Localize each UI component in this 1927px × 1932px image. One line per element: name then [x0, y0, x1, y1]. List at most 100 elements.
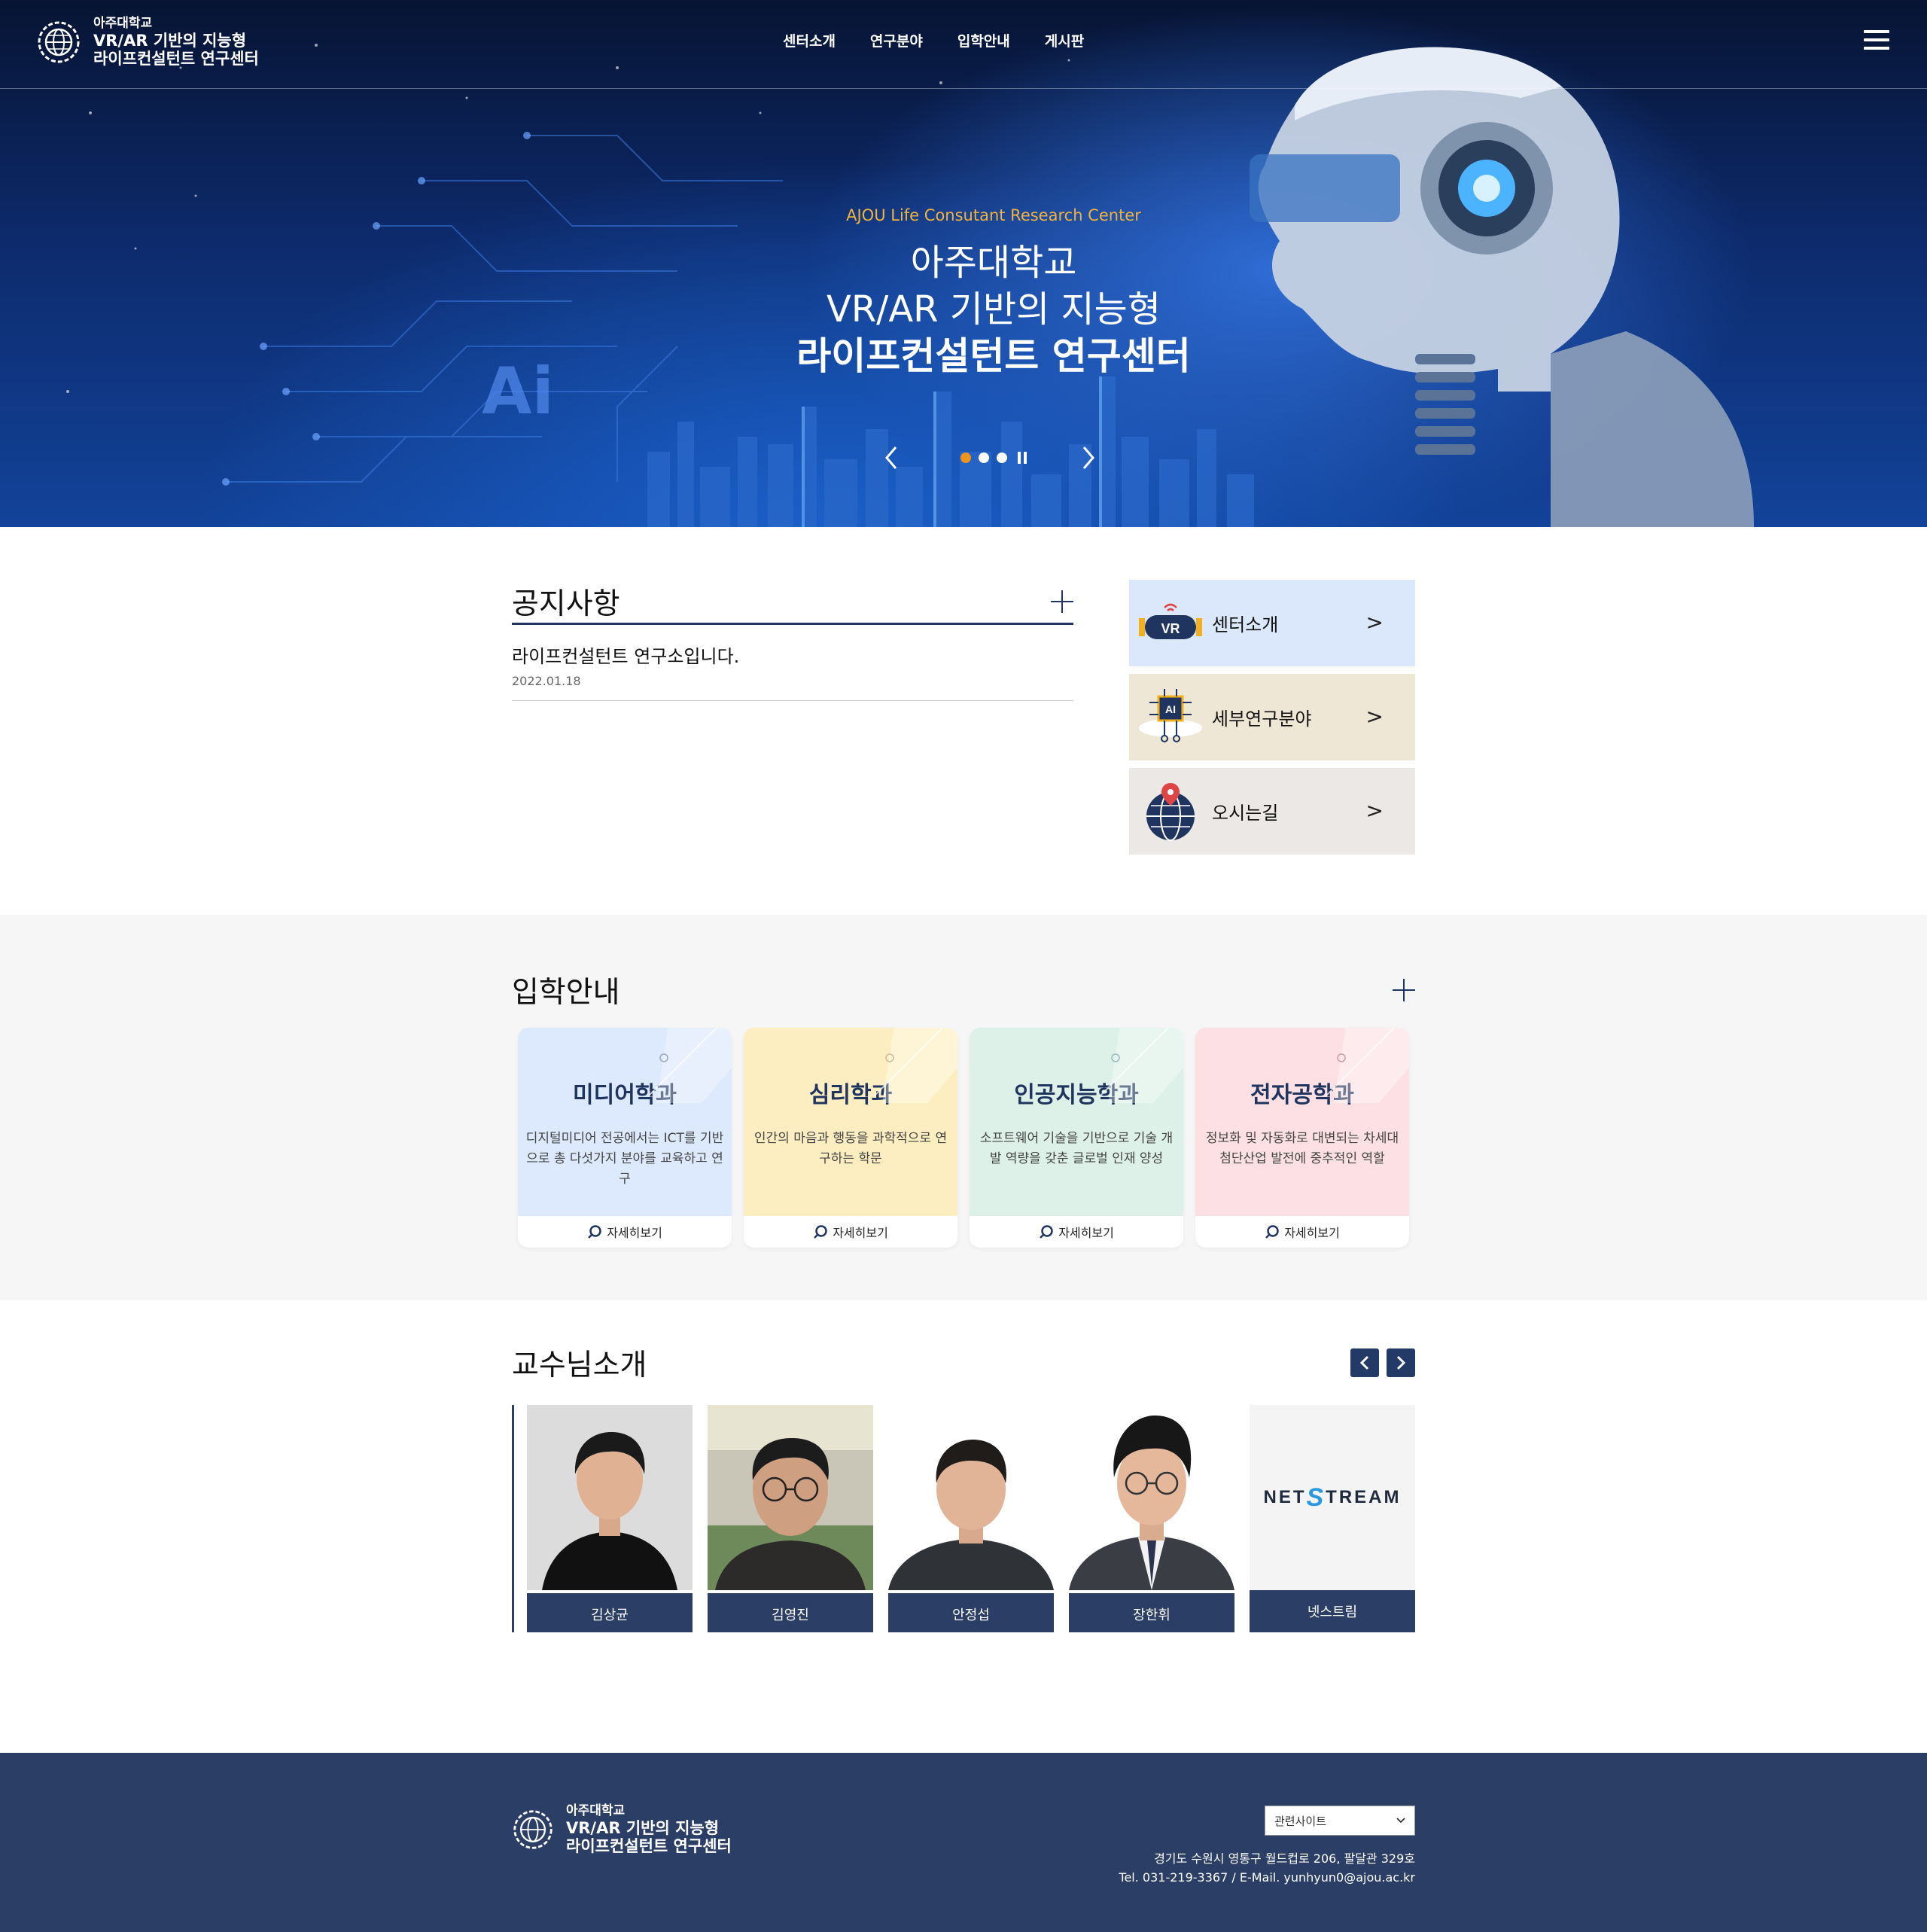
dept-more-label: 자세히보기	[1058, 1226, 1114, 1240]
hero-title-line1: 아주대학교	[910, 242, 1077, 284]
chevron-right-icon	[1396, 1355, 1406, 1370]
dept-more-link[interactable]: 자세히보기	[518, 1216, 732, 1248]
hero-title-line2: VR/AR 기반의 지능형	[826, 288, 1161, 331]
related-sites-select[interactable]: 관련사이트	[1265, 1806, 1415, 1836]
notice-section: 공지사항 라이프컨설턴트 연구소입니다. 2022.01.18	[512, 580, 1073, 701]
dept-more-label: 자세히보기	[833, 1226, 888, 1240]
dept-card-media[interactable]: 미디어학과 디지털미디어 전공에서는 ICT를 기반으로 총 다섯가지 분야를 …	[518, 1028, 732, 1248]
main-nav: 센터소개 연구분야 입학안내 게시판	[783, 30, 1084, 50]
quick-link-label: 센터소개	[1212, 614, 1279, 635]
netstream-logo-part1: NET	[1263, 1487, 1307, 1507]
dept-more-label: 자세히보기	[1284, 1226, 1340, 1240]
slider-prev-icon[interactable]	[881, 443, 903, 473]
professors-title: 교수님소개	[512, 1348, 647, 1382]
professors-nav	[1350, 1348, 1415, 1377]
quick-link-center[interactable]: VR 센터소개 >	[1129, 580, 1415, 666]
notice-more-plus-icon[interactable]	[1051, 590, 1073, 613]
professor-photo	[708, 1405, 873, 1590]
nav-item-board[interactable]: 게시판	[1045, 30, 1084, 50]
search-icon	[814, 1225, 827, 1239]
netstream-logo-part2: S	[1306, 1483, 1326, 1512]
slider-pause-icon[interactable]	[1018, 452, 1027, 464]
dept-more-link[interactable]: 자세히보기	[970, 1216, 1183, 1248]
card-decoration	[648, 1028, 732, 1103]
chevron-right-icon: >	[1365, 610, 1384, 635]
professor-name: 김영진	[708, 1593, 873, 1632]
quick-link-label: 세부연구분야	[1212, 709, 1312, 730]
notice-header: 공지사항	[512, 580, 1073, 625]
chevron-right-icon: >	[1365, 704, 1384, 729]
professor-name: 장한휘	[1069, 1593, 1234, 1632]
hero-banner: 아주대학교 VR/AR 기반의 지능형 라이프컨설턴트 연구센터 센터소개 연구…	[0, 0, 1927, 527]
admission-more-plus-icon[interactable]	[1393, 979, 1415, 1001]
department-cards: 미디어학과 디지털미디어 전공에서는 ICT를 기반으로 총 다섯가지 분야를 …	[518, 1028, 1409, 1248]
professor-photo	[527, 1405, 693, 1590]
footer-logo-text: 아주대학교 VR/AR 기반의 지능형 라이프컨설턴트 연구센터	[566, 1803, 732, 1855]
dept-more-link[interactable]: 자세히보기	[744, 1216, 957, 1248]
card-decoration	[1100, 1028, 1183, 1103]
footer-logo-line1: 아주대학교	[566, 1803, 626, 1818]
dept-more-link[interactable]: 자세히보기	[1195, 1216, 1409, 1248]
logo-line2: VR/AR 기반의 지능형	[93, 31, 247, 50]
search-icon	[1040, 1225, 1053, 1239]
slider-dot-3[interactable]	[997, 453, 1007, 463]
professors-header: 교수님소개	[512, 1340, 1415, 1385]
footer-logo-line3: 라이프컨설턴트 연구센터	[566, 1836, 732, 1855]
admission-header: 입학안내	[512, 968, 1415, 1013]
svg-text:VR: VR	[1161, 621, 1180, 636]
globe-gear-logo-icon	[513, 1810, 553, 1849]
search-icon	[588, 1225, 601, 1239]
dept-card-electronics[interactable]: 전자공학과 정보화 및 자동화로 대변되는 차세대 첨단산업 발전에 중추적인 …	[1195, 1028, 1409, 1248]
related-sites-label: 관련사이트	[1274, 1814, 1327, 1828]
hamburger-menu-icon[interactable]	[1864, 30, 1889, 51]
professor-carousel: 김상균 김영진 안정섭 장한휘 NET S TREAM 넷스트림	[512, 1405, 1415, 1632]
globe-pin-icon	[1146, 782, 1195, 841]
professor-name: 넷스트림	[1250, 1590, 1415, 1632]
ai-chip-icon: AI	[1139, 688, 1202, 742]
quick-link-research[interactable]: AI 세부연구분야 >	[1129, 674, 1415, 760]
logo-text: 아주대학교 VR/AR 기반의 지능형 라이프컨설턴트 연구센터	[93, 16, 259, 68]
professor-card[interactable]: NET S TREAM 넷스트림	[1250, 1405, 1415, 1632]
nav-item-research[interactable]: 연구분야	[870, 30, 923, 50]
notice-list-item[interactable]: 라이프컨설턴트 연구소입니다. 2022.01.18	[512, 625, 1073, 701]
professor-card[interactable]: 김영진	[708, 1405, 873, 1632]
dept-desc: 정보화 및 자동화로 대변되는 차세대 첨단산업 발전에 중추적인 역할	[1205, 1131, 1399, 1166]
footer-contact-line: Tel. 031-219-3367 / E-Mail. yunhyun0@ajo…	[1119, 1870, 1415, 1885]
hero-eyebrow: AJOU Life Consutant Research Center	[846, 206, 1141, 224]
professors-next-button[interactable]	[1387, 1348, 1415, 1377]
slider-next-icon[interactable]	[1076, 443, 1099, 473]
notice-item-title[interactable]: 라이프컨설턴트 연구소입니다.	[512, 641, 1073, 668]
notice-title: 공지사항	[512, 587, 620, 621]
hero-title: 아주대학교 VR/AR 기반의 지능형 라이프컨설턴트 연구센터	[0, 239, 1927, 379]
card-decoration	[1326, 1028, 1409, 1103]
search-icon	[1265, 1225, 1279, 1239]
dept-card-ai[interactable]: 인공지능학과 소프트웨어 기술을 기반으로 기술 개발 역량을 갖춘 글로벌 인…	[970, 1028, 1183, 1248]
footer-logo-line2: VR/AR 기반의 지능형	[566, 1818, 720, 1837]
dept-more-label: 자세히보기	[607, 1226, 662, 1240]
slider-dot-2[interactable]	[979, 453, 989, 463]
professors-prev-button[interactable]	[1350, 1348, 1379, 1377]
slider-dot-1[interactable]	[960, 453, 971, 463]
professor-photo	[1069, 1405, 1234, 1590]
quick-link-directions[interactable]: 오시는길 >	[1129, 768, 1415, 855]
card-decoration	[874, 1028, 957, 1103]
professor-card[interactable]: 김상균	[527, 1405, 693, 1632]
quick-links: VR 센터소개 > AI 세부연구분야 > 오시는길 >	[1129, 580, 1415, 862]
footer-logo[interactable]: 아주대학교 VR/AR 기반의 지능형 라이프컨설턴트 연구센터	[512, 1803, 732, 1855]
admission-title: 입학안내	[512, 976, 620, 1010]
logo-line1: 아주대학교	[93, 16, 153, 31]
footer-address: 경기도 수원시 영통구 월드컵로 206, 팔달관 329호	[1154, 1851, 1415, 1866]
dept-desc: 인간의 마음과 행동을 과학적으로 연구하는 학문	[753, 1131, 948, 1166]
professor-card[interactable]: 안정섭	[888, 1405, 1054, 1632]
site-logo[interactable]: 아주대학교 VR/AR 기반의 지능형 라이프컨설턴트 연구센터	[36, 16, 259, 68]
dept-card-psychology[interactable]: 심리학과 인간의 마음과 행동을 과학적으로 연구하는 학문 자세히보기	[744, 1028, 957, 1248]
notice-item-date: 2022.01.18	[512, 674, 581, 688]
netstream-logo: NET S TREAM	[1250, 1405, 1415, 1590]
professors-section: 교수님소개 김상균 김영진 안정섭 장한휘 NET S TREAM 넷스트림	[512, 1340, 1415, 1632]
nav-item-admission[interactable]: 입학안내	[957, 30, 1010, 50]
professor-card[interactable]: 장한휘	[1069, 1405, 1234, 1632]
svg-text:AI: AI	[1165, 703, 1176, 715]
professor-name: 김상균	[527, 1593, 693, 1632]
nav-item-center[interactable]: 센터소개	[783, 30, 836, 50]
top-navigation-bar: 아주대학교 VR/AR 기반의 지능형 라이프컨설턴트 연구센터 센터소개 연구…	[0, 0, 1927, 89]
